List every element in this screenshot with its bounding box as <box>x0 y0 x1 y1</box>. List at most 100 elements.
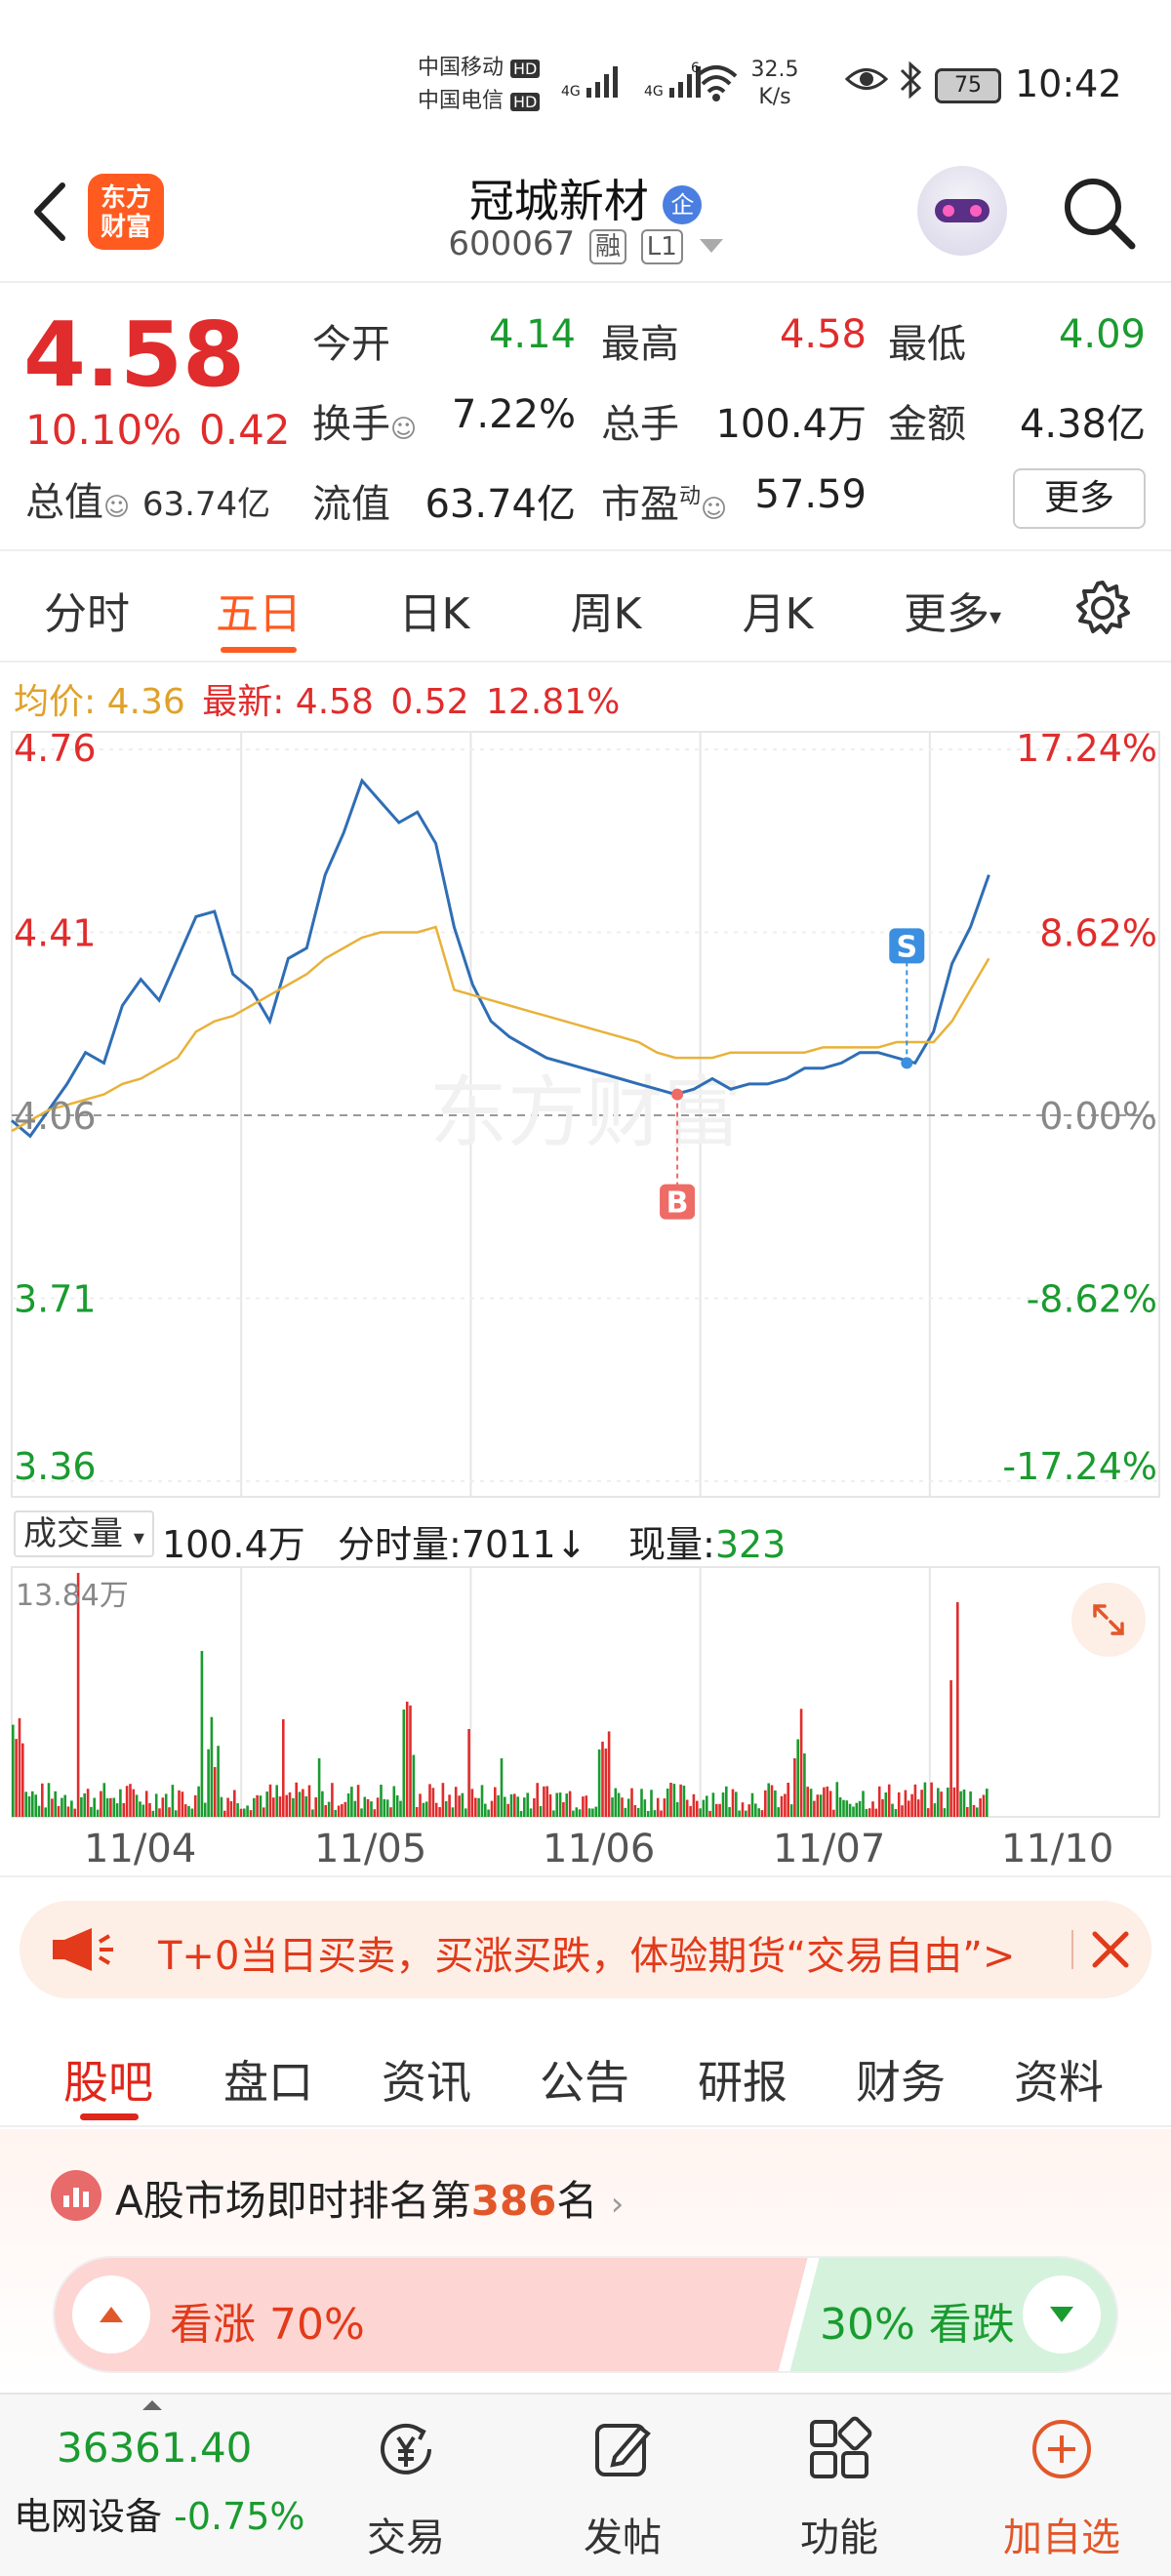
volume-bar <box>141 1804 145 1817</box>
volume-bar <box>428 1784 431 1817</box>
volume-bar <box>360 1808 363 1817</box>
volume-bar <box>835 1782 839 1817</box>
robot-avatar-icon[interactable] <box>917 166 1007 256</box>
turnover-value: 7.22% <box>451 392 576 437</box>
volume-bar <box>470 1789 474 1817</box>
volume-bar <box>868 1808 871 1817</box>
volume-value: 100.4万 <box>715 402 867 447</box>
tab-week-k[interactable]: 周K <box>523 579 689 641</box>
volume-total: 100.4万 <box>162 1523 305 1566</box>
date-label: 11/05 <box>314 1827 427 1872</box>
volume-bar <box>213 1767 217 1817</box>
tab-fenshi[interactable]: 分时 <box>4 579 170 641</box>
volume-bar <box>61 1797 63 1817</box>
expand-button[interactable] <box>1071 1583 1146 1657</box>
volume-bar <box>718 1803 721 1817</box>
volume-bar <box>334 1809 337 1817</box>
current-volume: 现量:323 <box>628 1523 787 1566</box>
volume-bar <box>317 1758 321 1817</box>
volume-bar <box>653 1810 657 1817</box>
volume-chart[interactable]: 13.84万 <box>0 1565 1171 1819</box>
volume-bar <box>930 1782 933 1817</box>
volume-bar <box>624 1807 627 1817</box>
volume-bar <box>389 1807 392 1817</box>
price-tick-label: 3.36 <box>14 1445 97 1488</box>
volume-bar <box>494 1787 497 1817</box>
bearish-button[interactable] <box>1023 2275 1101 2354</box>
promo-banner[interactable]: T+0当日买卖，买涨买跌，体验期货“交易自由”> <box>20 1901 1151 1998</box>
volume-bar <box>696 1800 699 1817</box>
volume-bar <box>630 1788 633 1817</box>
volume-bar <box>826 1786 829 1817</box>
tab-announcements[interactable]: 公告 <box>511 2047 658 2112</box>
volume-bar <box>675 1802 679 1817</box>
volume-bar <box>650 1790 653 1817</box>
volume-bar <box>626 1798 630 1817</box>
bluetooth-icon <box>898 60 925 103</box>
volume-bar <box>845 1800 849 1817</box>
volume-bar <box>292 1797 295 1817</box>
index-ticker[interactable]: 36361.40 电网设备 -0.75% <box>0 2395 312 2576</box>
tab-profile[interactable]: 资料 <box>986 2047 1132 2112</box>
volume-bar <box>591 1808 594 1817</box>
volume-bar <box>461 1792 464 1817</box>
date-label: 11/04 <box>84 1827 197 1872</box>
volume-bar <box>764 1790 767 1817</box>
tab-more[interactable]: 更多▾ <box>874 579 1030 641</box>
float-label: 流值 <box>312 482 390 527</box>
nav-label: 加自选 <box>1003 2516 1120 2560</box>
volume-bar <box>979 1798 982 1817</box>
volume-bar <box>848 1803 852 1817</box>
volume-bar <box>633 1805 637 1817</box>
volume-bar <box>656 1797 660 1817</box>
volume-bar <box>66 1806 70 1817</box>
bullish-button[interactable] <box>72 2275 150 2354</box>
eye-icon <box>844 64 889 98</box>
volume-bar <box>441 1783 445 1817</box>
price-tick-label: 3.71 <box>14 1278 97 1321</box>
volume-bar <box>578 1809 582 1817</box>
volume-bar <box>307 1785 311 1817</box>
volume-bar <box>913 1784 917 1817</box>
tab-pankou[interactable]: 盘口 <box>195 2047 342 2112</box>
tab-news[interactable]: 资讯 <box>353 2047 500 2112</box>
tab-research[interactable]: 研报 <box>669 2047 816 2112</box>
volume-indicator-select[interactable]: 成交量 ▾ <box>14 1510 154 1557</box>
more-button[interactable]: 更多 <box>1013 468 1146 529</box>
search-button[interactable] <box>1058 172 1140 258</box>
volume-bar <box>181 1791 184 1817</box>
volume-bar <box>816 1794 820 1817</box>
volume-bar <box>112 1797 116 1817</box>
status-bar: 中国移动 HD 中国电信 HD 4G 4G 6 32.5 K/s 75 10:4… <box>0 0 1171 156</box>
close-banner-button[interactable] <box>1085 1924 1136 1979</box>
volume-bar <box>607 1731 611 1817</box>
tab-day-k[interactable]: 日K <box>351 579 517 641</box>
five-day-chart[interactable]: 东方财富 B S 4.76 17.24% 4.41 8.62% 4.06 0.00% 3.71… <box>0 730 1171 1501</box>
volume-bar <box>789 1804 793 1817</box>
volume-bar <box>70 1800 73 1817</box>
price-tick-label: 4.76 <box>14 730 97 770</box>
tab-month-k[interactable]: 月K <box>695 579 861 641</box>
pct-tick-label: 8.62% <box>1039 912 1157 955</box>
high-value: 4.58 <box>779 312 867 357</box>
tab-finance[interactable]: 财务 <box>828 2047 974 2112</box>
volume-bar <box>787 1783 789 1817</box>
volume-bar <box>910 1793 913 1817</box>
tab-five-day[interactable]: 五日 <box>176 579 342 641</box>
volume-bar <box>679 1784 682 1817</box>
volume-bar <box>852 1806 855 1817</box>
volume-bar <box>572 1810 575 1817</box>
grid-icon <box>810 2416 872 2478</box>
search-icon <box>1065 179 1136 250</box>
tab-guba[interactable]: 股吧 <box>35 2047 182 2112</box>
dropdown-icon: ▾ <box>989 603 1002 630</box>
volume-bar <box>148 1803 151 1817</box>
volume-bar <box>268 1784 272 1817</box>
volume-bar <box>278 1796 282 1817</box>
market-rank[interactable]: A股市场即时排名第386名 › <box>115 2168 624 2228</box>
settings-button[interactable] <box>1071 577 1134 643</box>
carrier-2: 中国电信 HD <box>418 88 541 116</box>
volume-bar <box>799 1709 803 1817</box>
volume-bar <box>487 1809 490 1817</box>
volume-bar <box>51 1798 54 1817</box>
